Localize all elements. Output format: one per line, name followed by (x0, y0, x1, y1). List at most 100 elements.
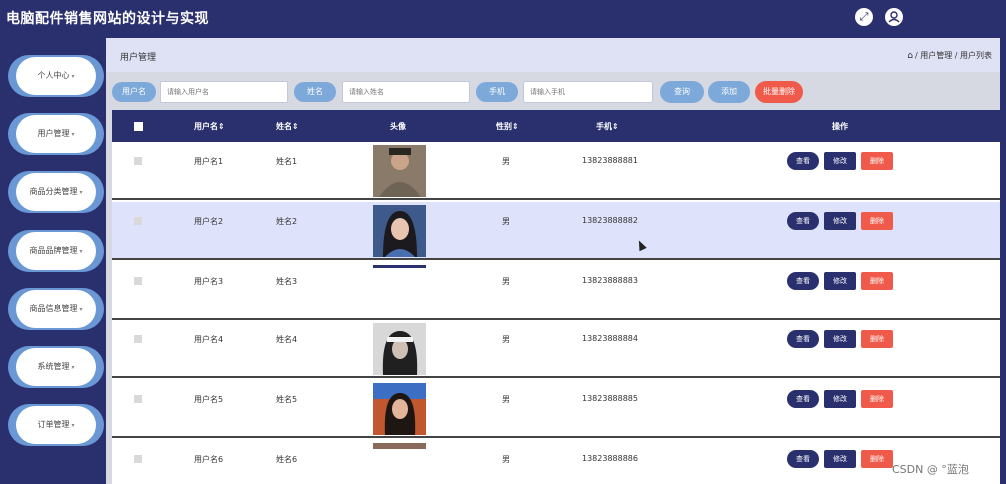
phone-search-input[interactable] (523, 81, 653, 103)
delete-button[interactable]: 删除 (861, 272, 893, 290)
right-edge (1000, 36, 1006, 484)
watermark: CSDN @ °蓝泡 (892, 463, 969, 476)
username-cell: 用户名4 (194, 335, 224, 344)
row-checkbox[interactable] (134, 335, 142, 343)
column-header-name[interactable]: 姓名⇕ (276, 121, 299, 132)
name-cell: 姓名5 (276, 395, 298, 404)
page-title: 用户管理 (120, 53, 157, 63)
phone-cell: 13823888881 (582, 156, 638, 165)
sidebar-item-category-management[interactable]: 商品分类管理 ▾ (8, 171, 104, 213)
sidebar-item-brand-management[interactable]: 商品品牌管理 ▾ (8, 230, 104, 272)
edit-button[interactable]: 修改 (824, 152, 856, 170)
delete-button[interactable]: 删除 (861, 212, 893, 230)
name-cell: 姓名3 (276, 277, 298, 286)
delete-button[interactable]: 删除 (861, 152, 893, 170)
breadcrumb-path: / 用户管理 / 用户列表 (914, 51, 992, 60)
fullscreen-icon[interactable]: ⤢ (855, 8, 873, 26)
chevron-down-icon: ▾ (71, 364, 75, 371)
top-header: 电脑配件销售网站的设计与实现 ⤢ (0, 0, 1006, 36)
sidebar-item-label: 商品分类管理 (29, 187, 78, 196)
name-search-input[interactable] (342, 81, 470, 103)
table-row[interactable]: 用户名6 姓名6 男 13823888886 查看 修改 删除 (112, 440, 1000, 484)
view-button[interactable]: 查看 (787, 272, 819, 290)
sidebar-item-label: 用户管理 (37, 129, 70, 138)
gender-cell: 男 (502, 395, 510, 404)
chevron-down-icon: ▾ (79, 306, 83, 313)
column-header-actions: 操作 (832, 122, 848, 131)
sidebar-item-label: 订单管理 (37, 420, 70, 429)
phone-cell: 13823888886 (582, 454, 638, 463)
view-button[interactable]: 查看 (787, 330, 819, 348)
user-icon[interactable] (885, 8, 903, 26)
sidebar-item-system-management[interactable]: 系统管理 ▾ (8, 346, 104, 388)
delete-button[interactable]: 删除 (861, 330, 893, 348)
main-content: 用户管理 ⌂/ 用户管理 / 用户列表 用户名 姓名 手机 查询 添加 批量删除… (106, 38, 1000, 484)
table-row[interactable]: 用户名1 姓名1 男 13823888881 查看 修改 删除 (112, 142, 1000, 200)
username-cell: 用户名3 (194, 277, 224, 286)
row-checkbox[interactable] (134, 395, 142, 403)
table-header: 用户名⇕ 姓名⇕ 头像 性别⇕ 手机⇕ 操作 (112, 110, 1000, 142)
table-row[interactable]: 用户名5 姓名5 男 13823888885 查看 修改 删除 (112, 380, 1000, 438)
column-header-gender[interactable]: 性别⇕ (496, 121, 519, 132)
phone-cell: 13823888884 (582, 334, 638, 343)
view-button[interactable]: 查看 (787, 390, 819, 408)
name-cell: 姓名6 (276, 455, 298, 464)
table-row[interactable]: 用户名4 姓名4 男 13823888884 查看 修改 删除 (112, 320, 1000, 378)
username-cell: 用户名6 (194, 455, 224, 464)
column-header-avatar: 头像 (390, 122, 406, 131)
view-button[interactable]: 查看 (787, 152, 819, 170)
query-button[interactable]: 查询 (660, 81, 704, 103)
sidebar-item-label: 商品品牌管理 (29, 246, 78, 255)
avatar (373, 265, 426, 268)
edit-button[interactable]: 修改 (824, 272, 856, 290)
select-all-checkbox[interactable] (134, 122, 143, 131)
column-header-phone[interactable]: 手机⇕ (596, 121, 619, 132)
username-cell: 用户名5 (194, 395, 224, 404)
delete-button[interactable]: 删除 (861, 450, 893, 468)
sidebar-item-user-management[interactable]: 用户管理 ▾ (8, 113, 104, 155)
row-checkbox[interactable] (134, 455, 142, 463)
avatar (373, 323, 426, 375)
batch-delete-button[interactable]: 批量删除 (755, 81, 803, 103)
home-icon[interactable]: ⌂ (907, 51, 913, 61)
row-checkbox[interactable] (134, 157, 142, 165)
username-search-input[interactable] (160, 81, 288, 103)
sidebar-item-personal-center[interactable]: 个人中心 ▾ (8, 55, 104, 97)
chevron-down-icon: ▾ (71, 422, 75, 429)
avatar (373, 443, 426, 449)
app-title: 电脑配件销售网站的设计与实现 (6, 11, 209, 27)
add-button[interactable]: 添加 (708, 81, 750, 103)
gender-cell: 男 (502, 217, 510, 226)
gender-cell: 男 (502, 455, 510, 464)
chevron-down-icon: ▾ (79, 248, 83, 255)
delete-button[interactable]: 删除 (861, 390, 893, 408)
user-table: 用户名⇕ 姓名⇕ 头像 性别⇕ 手机⇕ 操作 用户名1 姓名1 男 138238… (112, 110, 1000, 484)
edit-button[interactable]: 修改 (824, 450, 856, 468)
phone-cell: 13823888885 (582, 394, 638, 403)
username-cell: 用户名1 (194, 157, 224, 166)
gender-cell: 男 (502, 157, 510, 166)
column-header-username[interactable]: 用户名⇕ (194, 121, 225, 132)
chevron-down-icon: ▾ (71, 131, 75, 138)
table-row[interactable]: 用户名2 姓名2 男 13823888882 查看 修改 删除 (112, 202, 1000, 260)
view-button[interactable]: 查看 (787, 212, 819, 230)
edit-button[interactable]: 修改 (824, 390, 856, 408)
sidebar-item-product-management[interactable]: 商品信息管理 ▾ (8, 288, 104, 330)
row-checkbox[interactable] (134, 277, 142, 285)
gender-cell: 男 (502, 277, 510, 286)
name-label: 姓名 (294, 82, 336, 102)
username-label: 用户名 (112, 82, 156, 102)
view-button[interactable]: 查看 (787, 450, 819, 468)
sidebar-item-order-management[interactable]: 订单管理 ▾ (8, 404, 104, 446)
sidebar-item-label: 系统管理 (37, 362, 70, 371)
sidebar: 个人中心 ▾ 用户管理 ▾ 商品分类管理 ▾ 商品品牌管理 ▾ 商品信息管理 ▾ 系统管理… (0, 36, 106, 484)
edit-button[interactable]: 修改 (824, 330, 856, 348)
row-checkbox[interactable] (134, 217, 142, 225)
avatar (373, 383, 426, 435)
name-cell: 姓名1 (276, 157, 298, 166)
table-row[interactable]: 用户名3 姓名3 男 13823888883 查看 修改 删除 (112, 262, 1000, 320)
breadcrumb: ⌂ / 用户管理 / 用户列表 (907, 50, 992, 61)
gender-cell: 男 (502, 335, 510, 344)
edit-button[interactable]: 修改 (824, 212, 856, 230)
name-cell: 姓名2 (276, 217, 298, 226)
